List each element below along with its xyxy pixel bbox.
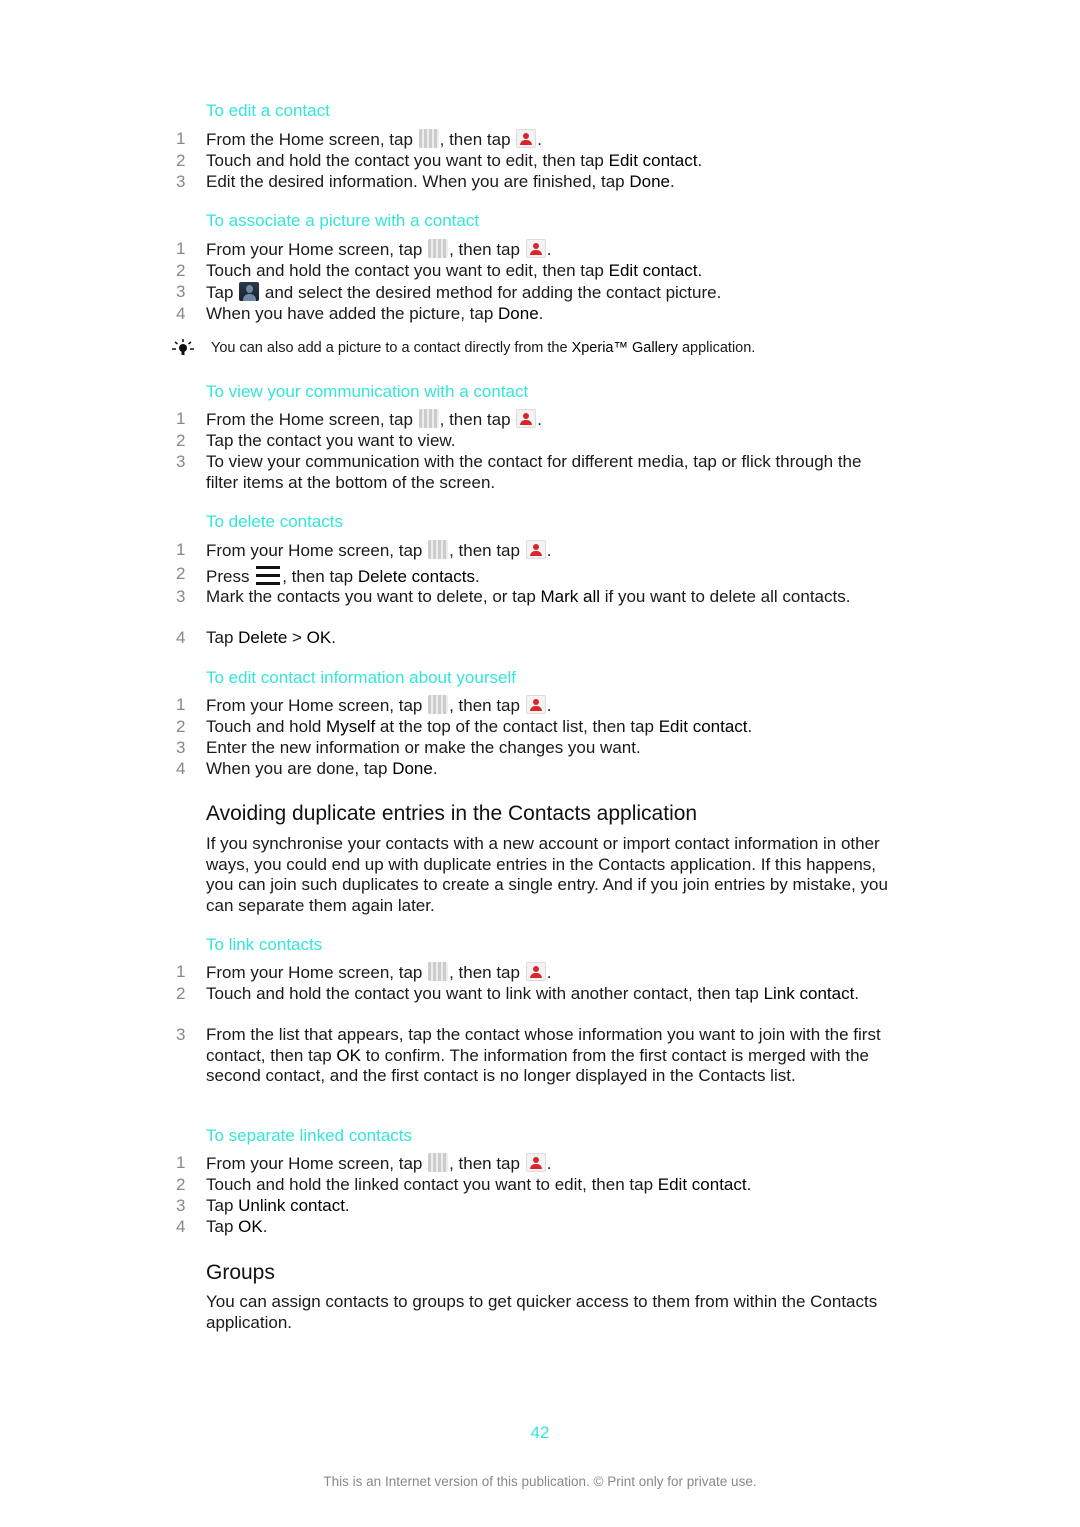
- step-text: From your Home screen, tap , then tap .: [206, 962, 552, 982]
- app-grid-icon: [428, 540, 449, 559]
- step-text: When you are done, tap Done.: [206, 759, 438, 778]
- task-heading: To link contacts: [206, 935, 323, 954]
- step-text: To view your communication with the cont…: [206, 452, 862, 492]
- app-grid-icon: [418, 409, 439, 428]
- footer-notice: This is an Internet version of this publ…: [323, 1474, 757, 1489]
- step-number: 3: [176, 282, 186, 301]
- step-text: From your Home screen, tap , then tap .: [206, 695, 552, 715]
- step-text: Mark the contacts you want to delete, or…: [206, 587, 851, 606]
- step-number: 2: [176, 151, 186, 170]
- contacts-app-icon: [525, 1153, 546, 1172]
- step-text: From the list that appears, tap the cont…: [206, 1025, 881, 1085]
- ui-term: Link contact: [763, 984, 855, 1003]
- task-heading: To edit a contact: [206, 101, 330, 120]
- app-grid-icon: [428, 1153, 449, 1172]
- ui-term: Done: [392, 759, 433, 778]
- contacts-app-icon: [516, 129, 537, 148]
- app-grid-icon: [428, 695, 449, 714]
- ui-term: Delete: [238, 628, 288, 647]
- step-number: 1: [176, 129, 186, 148]
- step-number: 3: [176, 1025, 186, 1044]
- step-text: Tap and select the desired method for ad…: [206, 282, 722, 302]
- step-text: Press , then tap Delete contacts.: [206, 564, 896, 588]
- step-number: 4: [176, 628, 186, 647]
- task-heading: To edit contact information about yourse…: [206, 668, 516, 687]
- section-heading-avoiding-duplicates: Avoiding duplicate entries in the Contac…: [206, 802, 698, 825]
- step-text: From your Home screen, tap , then tap .: [206, 1153, 552, 1173]
- ui-term: Mark all: [540, 587, 601, 606]
- step-number: 3: [176, 452, 186, 471]
- ui-term: Xperia™ Gallery: [571, 340, 678, 356]
- contacts-app-icon: [525, 962, 546, 981]
- ui-term: Unlink contact: [238, 1196, 345, 1215]
- step-text: When you have added the picture, tap Don…: [206, 304, 544, 323]
- app-grid-icon: [418, 129, 439, 148]
- step-text: Touch and hold the contact you want to e…: [206, 261, 703, 280]
- groups-body: You can assign contacts to groups to get…: [206, 1292, 878, 1332]
- task-heading: To associate a picture with a contact: [206, 211, 480, 230]
- step-text: Tap Delete > OK.: [206, 628, 336, 647]
- contacts-app-icon: [516, 409, 537, 428]
- step-number: 2: [176, 984, 186, 1003]
- step-text: Tap the contact you want to view.: [206, 431, 456, 450]
- contacts-app-icon: [525, 239, 546, 258]
- step-number: 2: [176, 431, 186, 450]
- tip-text: You can also add a picture to a contact …: [211, 340, 756, 356]
- step-number: 3: [176, 172, 186, 191]
- step-number: 3: [176, 587, 186, 606]
- ui-term: Myself: [326, 717, 376, 736]
- ui-term: OK: [336, 1045, 361, 1065]
- step-text: Enter the new information or make the ch…: [206, 738, 641, 757]
- step-number: 1: [176, 695, 186, 714]
- ui-term: Done: [629, 172, 670, 191]
- ui-term: Done: [498, 304, 539, 323]
- step-text: Tap Unlink contact.: [206, 1196, 350, 1215]
- ui-term: Edit contact: [657, 1175, 747, 1194]
- ui-term: Delete contacts: [357, 567, 475, 586]
- step-number: 4: [176, 1217, 186, 1236]
- app-grid-icon: [428, 239, 449, 258]
- step-text: From the Home screen, tap , then tap .: [206, 409, 542, 429]
- step-text: Tap OK.: [206, 1217, 268, 1236]
- step-text: From your Home screen, tap , then tap .: [206, 540, 552, 560]
- contact-picture-icon: [239, 282, 260, 301]
- ui-term: Edit contact: [608, 261, 698, 280]
- ui-term: OK: [238, 1217, 263, 1236]
- step-number: 4: [176, 304, 186, 323]
- section-heading-groups: Groups: [206, 1261, 275, 1284]
- task-heading: To separate linked contacts: [206, 1126, 413, 1145]
- step-number: 2: [176, 1175, 186, 1194]
- contacts-app-icon: [525, 540, 546, 559]
- step-number: 1: [176, 962, 186, 981]
- step-number: 1: [176, 1153, 186, 1172]
- step-text: From your Home screen, tap , then tap .: [206, 239, 552, 259]
- step-text: Touch and hold the contact you want to e…: [206, 151, 703, 170]
- step-number: 1: [176, 540, 186, 559]
- step-text: Touch and hold the linked contact you wa…: [206, 1175, 752, 1194]
- step-number: 3: [176, 1196, 186, 1215]
- task-heading: To delete contacts: [206, 512, 344, 531]
- ui-term: Edit contact: [608, 151, 698, 170]
- app-grid-icon: [428, 962, 449, 981]
- step-text: Touch and hold the contact you want to l…: [206, 984, 860, 1003]
- step-number: 1: [176, 409, 186, 428]
- lightbulb-icon: [172, 339, 194, 355]
- step-number: 1: [176, 239, 186, 258]
- step-number: 2: [176, 717, 186, 736]
- menu-key-icon: [256, 564, 281, 588]
- step-text: Edit the desired information. When you a…: [206, 172, 675, 191]
- avoiding-duplicates-body: If you synchronise your contacts with a …: [206, 834, 888, 915]
- step-number: 4: [176, 759, 186, 778]
- ui-term: OK: [306, 628, 332, 647]
- step-number: 2: [176, 261, 186, 280]
- contacts-app-icon: [525, 695, 546, 714]
- step-text: From the Home screen, tap , then tap .: [206, 129, 542, 149]
- ui-term: Edit contact: [658, 717, 748, 736]
- page-number: 42: [530, 1423, 550, 1442]
- step-number: 2: [176, 564, 186, 583]
- task-heading: To view your communication with a contac…: [206, 382, 529, 401]
- step-number: 3: [176, 738, 186, 757]
- step-text: Touch and hold Myself at the top of the …: [206, 717, 753, 736]
